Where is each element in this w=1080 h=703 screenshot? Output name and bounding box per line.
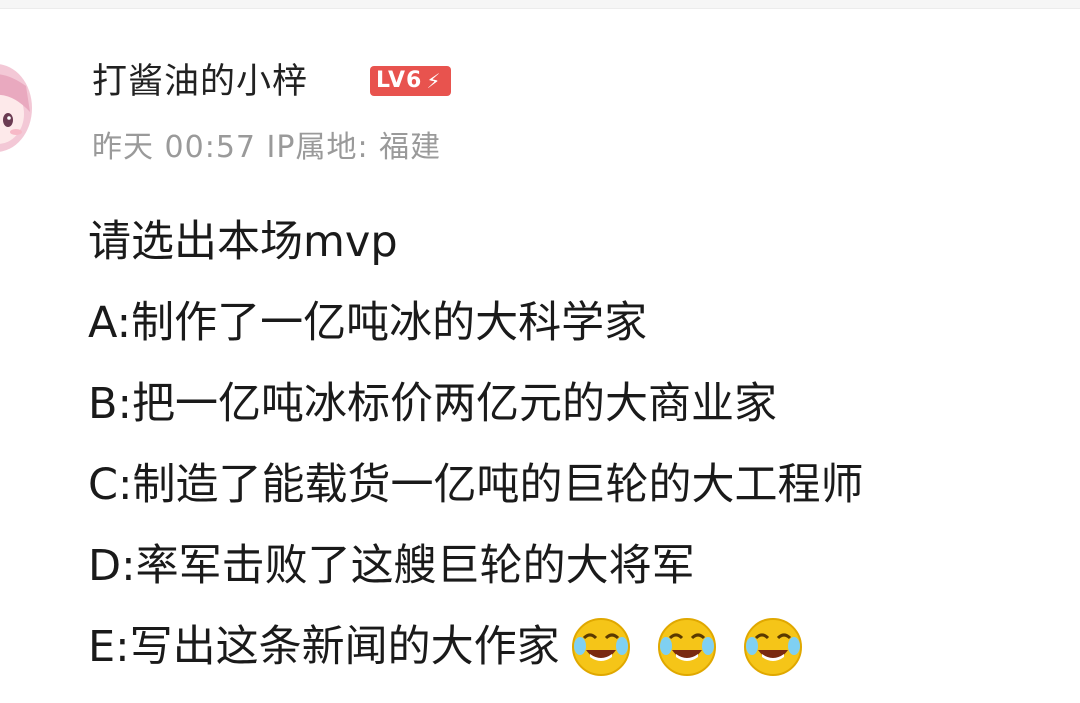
anime-avatar-icon [0, 64, 32, 168]
option-c: C:制造了能载货一亿吨的巨轮的大工程师 [88, 460, 864, 510]
laughing-crying-emoji-icon [571, 618, 630, 676]
post-meta: 昨天 00:57 IP属地: 福建 [92, 128, 441, 168]
lightning-icon: ⚡ [426, 69, 442, 93]
laughing-crying-emoji-icon [743, 618, 802, 676]
top-divider [0, 0, 1080, 9]
option-e: E:写出这条新闻的大作家 [88, 618, 1068, 676]
post-prompt: 请选出本场mvp [88, 217, 398, 267]
ip-location: IP属地: 福建 [266, 130, 442, 165]
level-badge: LV6 ⚡ [370, 66, 452, 96]
user-avatar[interactable] [0, 50, 36, 168]
username[interactable]: 打酱油的小梓 [92, 60, 308, 104]
option-a: A:制作了一亿吨冰的大科学家 [88, 298, 648, 348]
laughing-crying-emoji-icon [657, 618, 716, 676]
post-timestamp: 昨天 00:57 [92, 130, 256, 165]
option-d: D:率军击败了这艘巨轮的大将军 [88, 541, 695, 591]
level-text: LV6 [376, 68, 423, 93]
post-body: 请选出本场mvp A:制作了一亿吨冰的大科学家 B:把一亿吨冰标价两亿元的大商业… [88, 216, 1068, 702]
option-b: B:把一亿吨冰标价两亿元的大商业家 [88, 379, 777, 429]
